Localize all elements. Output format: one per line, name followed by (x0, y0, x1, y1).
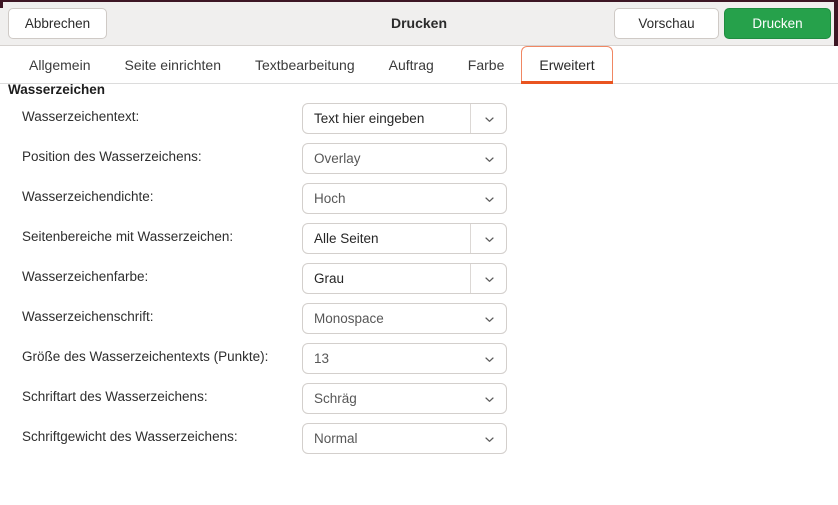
tab-textbearbeitung[interactable]: Textbearbeitung (238, 46, 372, 83)
dialog-headerbar: Drucken Abbrechen Vorschau Drucken (0, 0, 838, 46)
tab-seite-einrichten[interactable]: Seite einrichten (107, 46, 238, 83)
tab-bar: Allgemein Seite einrichten Textbearbeitu… (0, 46, 838, 84)
divider (470, 104, 471, 133)
wasserzeichenschrift-dropdown[interactable]: Monospace (302, 303, 507, 334)
chevron-down-icon[interactable] (485, 235, 494, 244)
preview-button[interactable]: Vorschau (614, 8, 719, 39)
scroll-content: Farbmodus: Farbe Wasserzeichen Wasserzei… (0, 47, 838, 457)
chevron-down-icon (485, 355, 494, 364)
row-position-wasserzeichen-label: Position des Wasserzeichens: (22, 149, 202, 164)
row-schriftart-wasserzeichen: Schriftart des Wasserzeichens: Schräg (0, 377, 838, 417)
groesse-wasserzeichentext-dropdown[interactable]: 13 (302, 343, 507, 374)
window-border-top (0, 0, 838, 2)
divider (470, 224, 471, 253)
row-wasserzeichenfarbe-label: Wasserzeichenfarbe: (22, 269, 149, 284)
position-wasserzeichen-value: Overlay (314, 151, 361, 166)
chevron-down-icon (485, 195, 494, 204)
print-dialog-window: Drucken Abbrechen Vorschau Drucken Allge… (0, 0, 838, 505)
row-position-wasserzeichen: Position des Wasserzeichens: Overlay (0, 137, 838, 177)
tab-farbe[interactable]: Farbe (451, 46, 522, 83)
chevron-down-icon[interactable] (485, 115, 494, 124)
advanced-tab-panel: Farbmodus: Farbe Wasserzeichen Wasserzei… (0, 47, 838, 505)
wasserzeichendichte-dropdown[interactable]: Hoch (302, 183, 507, 214)
window-border-left (0, 0, 3, 8)
tab-allgemein[interactable]: Allgemein (12, 46, 107, 83)
print-button[interactable]: Drucken (724, 8, 831, 39)
schriftgewicht-wasserzeichen-dropdown[interactable]: Normal (302, 423, 507, 454)
row-seitenbereiche-label: Seitenbereiche mit Wasserzeichen: (22, 229, 234, 244)
schriftart-wasserzeichen-value: Schräg (314, 391, 357, 406)
seitenbereiche-combobox[interactable]: Alle Seiten (302, 223, 507, 254)
row-wasserzeichenschrift: Wasserzeichenschrift: Monospace (0, 297, 838, 337)
position-wasserzeichen-dropdown[interactable]: Overlay (302, 143, 507, 174)
wasserzeichenfarbe-combobox[interactable]: Grau (302, 263, 507, 294)
chevron-down-icon[interactable] (485, 275, 494, 284)
row-wasserzeichentext: Wasserzeichentext: Text hier eingeben (0, 97, 838, 137)
wasserzeichenschrift-value: Monospace (314, 311, 384, 326)
row-schriftart-wasserzeichen-label: Schriftart des Wasserzeichens: (22, 389, 208, 404)
chevron-down-icon (485, 155, 494, 164)
chevron-down-icon (485, 315, 494, 324)
row-schriftgewicht-wasserzeichen-label: Schriftgewicht des Wasserzeichens: (22, 429, 238, 444)
groesse-wasserzeichentext-value: 13 (314, 351, 330, 366)
row-seitenbereiche: Seitenbereiche mit Wasserzeichen: Alle S… (0, 217, 838, 257)
cancel-button[interactable]: Abbrechen (8, 8, 107, 39)
row-wasserzeichendichte: Wasserzeichendichte: Hoch (0, 177, 838, 217)
wasserzeichentext-combobox[interactable]: Text hier eingeben (302, 103, 507, 134)
seitenbereiche-value: Alle Seiten (314, 231, 379, 246)
wasserzeichenfarbe-value: Grau (314, 271, 345, 286)
tab-erweitert[interactable]: Erweitert (521, 46, 613, 84)
window-border-right (834, 0, 838, 46)
chevron-down-icon (485, 435, 494, 444)
wasserzeichendichte-value: Hoch (314, 191, 346, 206)
row-schriftgewicht-wasserzeichen: Schriftgewicht des Wasserzeichens: Norma… (0, 417, 838, 457)
chevron-down-icon (485, 395, 494, 404)
row-groesse-wasserzeichentext-label: Größe des Wasserzeichentexts (Punkte): (22, 349, 269, 364)
row-wasserzeichenfarbe: Wasserzeichenfarbe: Grau (0, 257, 838, 297)
schriftart-wasserzeichen-dropdown[interactable]: Schräg (302, 383, 507, 414)
divider (470, 264, 471, 293)
tab-auftrag[interactable]: Auftrag (372, 46, 451, 83)
row-wasserzeichentext-label: Wasserzeichentext: (22, 109, 140, 124)
row-wasserzeichenschrift-label: Wasserzeichenschrift: (22, 309, 154, 324)
schriftgewicht-wasserzeichen-value: Normal (314, 431, 358, 446)
row-wasserzeichendichte-label: Wasserzeichendichte: (22, 189, 154, 204)
row-groesse-wasserzeichentext: Größe des Wasserzeichentexts (Punkte): 1… (0, 337, 838, 377)
wasserzeichentext-value: Text hier eingeben (314, 111, 425, 126)
